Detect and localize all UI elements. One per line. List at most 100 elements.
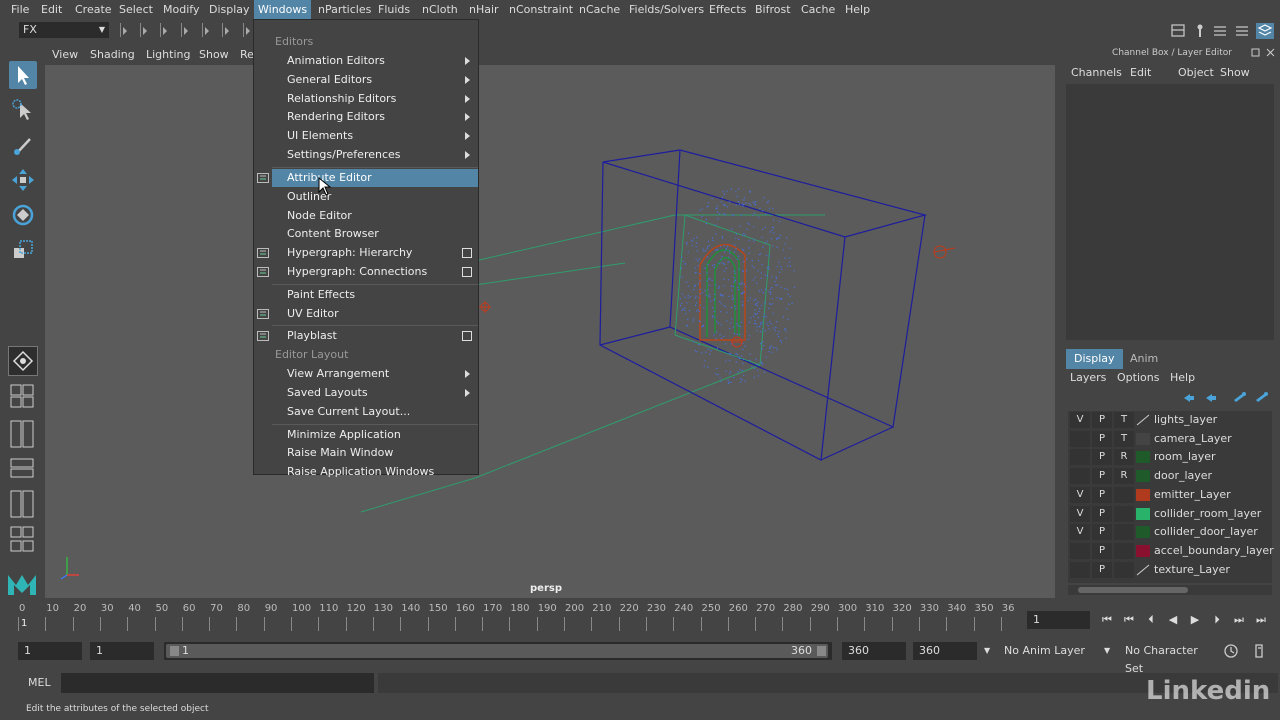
playback-toggle[interactable]: P: [1092, 524, 1112, 541]
shelf-expand-icon[interactable]: [123, 27, 127, 35]
menu-help[interactable]: Help: [841, 0, 874, 19]
playback-toggle[interactable]: P: [1092, 505, 1112, 522]
channel-box-menu-channels[interactable]: Channels: [1071, 63, 1122, 83]
display-type-toggle[interactable]: [1114, 542, 1134, 559]
menu-item-raise-main-window[interactable]: Raise Main Window: [272, 444, 478, 462]
visibility-toggle[interactable]: V: [1070, 505, 1090, 522]
move-tool-button[interactable]: [9, 166, 37, 194]
menu-item-playblast[interactable]: Playblast: [272, 327, 478, 345]
option-box-icon[interactable]: [462, 248, 472, 259]
layer-list-scrollbar[interactable]: [1068, 585, 1272, 595]
option-box-icon[interactable]: [462, 267, 472, 277]
layer-menu-options[interactable]: Options: [1117, 369, 1159, 387]
four-pane-layout-icon[interactable]: [10, 384, 34, 408]
menu-modify[interactable]: Modify: [159, 0, 203, 19]
menu-item-paint-effects[interactable]: Paint Effects: [272, 286, 478, 304]
step-back-frame-button[interactable]: ⏴: [1142, 611, 1160, 629]
command-input[interactable]: [61, 673, 374, 693]
menu-edit[interactable]: Edit: [37, 0, 66, 19]
display-type-toggle[interactable]: [1114, 524, 1134, 541]
character-set-dropdown[interactable]: ▼ No Character Set: [1102, 642, 1214, 675]
anim-layer-dropdown[interactable]: ▼ No Anim Layer: [982, 642, 1094, 660]
menu-item-attribute-editor[interactable]: Attribute Editor: [272, 168, 478, 187]
close-icon[interactable]: [1266, 48, 1275, 57]
display-type-toggle[interactable]: T: [1114, 430, 1134, 447]
menu-fields-solvers[interactable]: Fields/Solvers: [625, 0, 708, 19]
menu-cache[interactable]: Cache: [797, 0, 839, 19]
display-type-toggle[interactable]: [1114, 486, 1134, 503]
menu-item-saved-layouts[interactable]: Saved Layouts: [272, 384, 478, 402]
viewport-menu-lighting[interactable]: Lighting: [146, 44, 190, 65]
move-layer-down-icon[interactable]: [1206, 394, 1216, 402]
playback-toggle[interactable]: P: [1092, 486, 1112, 503]
visibility-toggle[interactable]: V: [1070, 524, 1090, 541]
menu-item-view-arrangement[interactable]: View Arrangement: [272, 365, 478, 383]
lasso-tool-button[interactable]: [9, 96, 37, 124]
paint-select-tool-button[interactable]: [9, 131, 37, 159]
layer-color-swatch[interactable]: [1136, 451, 1150, 464]
layer-row[interactable]: P Rdoor_layer: [1068, 467, 1272, 486]
menu-item-uv-editor[interactable]: UV Editor: [272, 305, 478, 323]
viewport-menu-show[interactable]: Show: [199, 44, 229, 65]
range-start-handle[interactable]: [170, 646, 179, 656]
preferences-icon[interactable]: [1255, 644, 1263, 658]
modeling-toolkit-icon[interactable]: [1197, 24, 1203, 38]
time-slider[interactable]: 0 10 20 30 40 50 60 70 80 90 100 110 120 130 140 150 160…: [18, 603, 1022, 633]
auto-key-icon[interactable]: [1224, 644, 1238, 658]
menu-nhair[interactable]: nHair: [465, 0, 503, 19]
viewport-menu-re[interactable]: Re: [240, 44, 254, 65]
rotate-tool-button[interactable]: [9, 201, 37, 229]
display-type-toggle[interactable]: [1114, 561, 1134, 578]
menu-item-outliner[interactable]: Outliner: [272, 188, 478, 206]
viewport-panel[interactable]: [45, 65, 1055, 598]
visibility-toggle[interactable]: [1070, 561, 1090, 578]
menu-item-hypergraph-hierarchy[interactable]: Hypergraph: Hierarchy: [272, 244, 478, 262]
layer-row[interactable]: V Pcollider_door_layer: [1068, 523, 1272, 542]
menu-item-general-editors[interactable]: General Editors: [272, 71, 478, 89]
playback-start-field[interactable]: 1: [90, 642, 154, 660]
layer-color-swatch[interactable]: [1136, 488, 1150, 501]
display-type-toggle[interactable]: R: [1114, 449, 1134, 466]
menu-create[interactable]: Create: [71, 0, 116, 19]
menu-item-settings-preferences[interactable]: Settings/Preferences: [272, 146, 478, 164]
menu-select[interactable]: Select: [115, 0, 157, 19]
menu-item-rendering-editors[interactable]: Rendering Editors: [272, 108, 478, 126]
playback-toggle[interactable]: P: [1092, 449, 1112, 466]
channel-box-menu-show[interactable]: Show: [1220, 63, 1250, 83]
layer-menu-help[interactable]: Help: [1170, 369, 1195, 387]
shelf-expand-icon[interactable]: [184, 27, 188, 35]
shelf-expand-icon[interactable]: [143, 27, 147, 35]
shelf-expand-icon[interactable]: [246, 27, 250, 35]
menu-set-selector[interactable]: FX ▼: [19, 22, 109, 38]
menu-nconstraint[interactable]: nConstraint: [505, 0, 577, 19]
menu-file[interactable]: File: [7, 0, 33, 19]
animation-end-field[interactable]: 360: [913, 642, 977, 660]
play-forwards-button[interactable]: ▶: [1186, 611, 1204, 629]
current-time-marker[interactable]: 1: [21, 618, 27, 629]
menu-item-node-editor[interactable]: Node Editor: [272, 207, 478, 225]
current-frame-field[interactable]: 1: [1027, 611, 1090, 629]
two-pane-layout-icon[interactable]: [10, 420, 34, 448]
channel-box-menu-edit[interactable]: Edit: [1130, 63, 1151, 83]
step-back-key-button[interactable]: ⏮: [1120, 611, 1138, 629]
menu-item-ui-elements[interactable]: UI Elements: [272, 127, 478, 145]
scale-tool-button[interactable]: [9, 236, 37, 264]
move-layer-up-icon[interactable]: [1184, 394, 1194, 402]
graph-layout-icon[interactable]: [10, 490, 34, 518]
shelf-expand-icon[interactable]: [163, 27, 167, 35]
range-end-handle[interactable]: [817, 646, 826, 656]
visibility-toggle[interactable]: [1070, 468, 1090, 485]
playback-toggle[interactable]: P: [1092, 412, 1112, 428]
new-layer-selected-icon[interactable]: [1256, 392, 1268, 402]
option-box-icon[interactable]: [462, 331, 472, 342]
layer-row[interactable]: V Pemitter_Layer: [1068, 486, 1272, 505]
visibility-toggle[interactable]: V: [1070, 486, 1090, 503]
layer-color-swatch[interactable]: [1136, 526, 1150, 539]
new-layer-icon[interactable]: [1234, 392, 1246, 402]
animation-start-field[interactable]: 1: [18, 642, 82, 660]
layer-row[interactable]: P Rroom_layer: [1068, 448, 1272, 467]
panel-layout-icon[interactable]: [1171, 24, 1185, 37]
layer-color-swatch[interactable]: [1136, 564, 1150, 576]
layer-color-swatch[interactable]: [1136, 470, 1150, 483]
visibility-toggle[interactable]: [1070, 542, 1090, 559]
